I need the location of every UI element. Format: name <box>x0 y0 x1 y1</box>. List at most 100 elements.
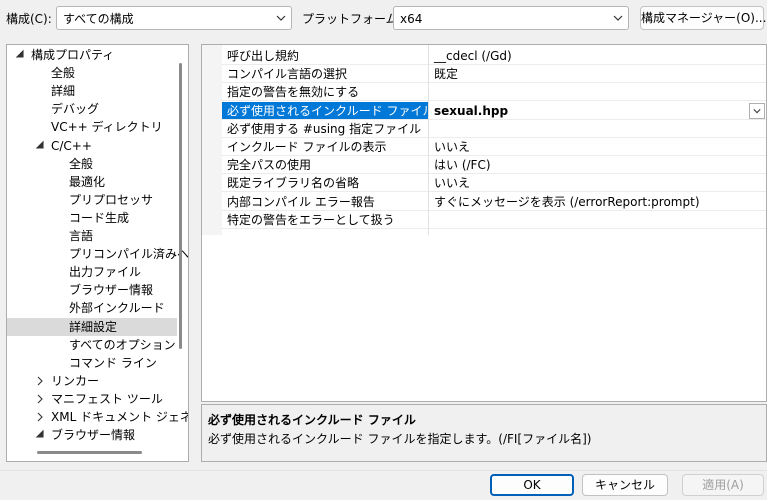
platform-select-value: x64 <box>400 12 423 26</box>
property-row[interactable]: 内部コンパイル エラー報告 すぐにメッセージを表示 (/errorReport:p… <box>222 193 766 211</box>
apply-button[interactable]: 適用(A) <box>682 474 764 496</box>
tree-item-label: 最適化 <box>69 174 106 189</box>
property-value[interactable]: いいえ <box>434 174 470 192</box>
property-row[interactable]: 必ず使用されるインクルード ファイル sexual.hpp <box>222 101 766 120</box>
property-row[interactable]: 呼び出し規約 __cdecl (/Gd) <box>222 47 766 65</box>
property-value[interactable]: __cdecl (/Gd) <box>434 47 512 65</box>
tree-item[interactable]: 最適化 <box>7 173 177 191</box>
tree-item-label: 詳細設定 <box>69 319 118 334</box>
property-name: 呼び出し規約 <box>227 49 300 63</box>
property-name: コンパイル言語の選択 <box>227 67 348 82</box>
description-panel: 必ず使用されるインクルード ファイル 必ず使用されるインクルード ファイルを指定… <box>201 404 767 462</box>
property-value[interactable]: いいえ <box>434 138 470 156</box>
tree-item-label: 言語 <box>69 229 94 243</box>
description-text: 必ず使用されるインクルード ファイルを指定します。(/FI[ファイル名]) <box>208 432 592 446</box>
tree-item[interactable]: 出力ファイル <box>7 263 177 281</box>
property-value[interactable]: 既定 <box>434 65 458 83</box>
tree-item-label: リンカー <box>51 373 100 388</box>
tree-item[interactable]: ブラウザー情報 <box>7 426 177 444</box>
property-row[interactable]: 指定の警告を無効にする <box>222 83 766 102</box>
tree-vertical-scrollbar[interactable] <box>179 63 182 349</box>
tree-item-label: マニフェスト ツール <box>51 391 163 406</box>
property-grid[interactable]: 呼び出し規約 __cdecl (/Gd) コンパイル言語の選択 既定指定の警告を無効に… <box>201 44 767 402</box>
tree-item[interactable]: 詳細設定 <box>7 317 177 336</box>
tree-item-label: 全般 <box>51 66 76 81</box>
platform-select[interactable]: x64 <box>393 6 629 30</box>
chevron-down-icon <box>753 108 761 113</box>
property-row[interactable]: インクルード ファイルの表示 いいえ <box>222 138 766 156</box>
tree-item[interactable]: デバッグ <box>7 100 177 118</box>
tree-item-label: ブラウザー情報 <box>69 283 154 298</box>
property-name: インクルード ファイルの表示 <box>227 140 387 154</box>
tree-item-label: デバッグ <box>51 102 100 117</box>
tree-item-label: XML ドキュメント ジェネレー <box>51 410 188 424</box>
tree-item[interactable]: コード生成 <box>7 209 177 227</box>
tree-item[interactable]: XML ドキュメント ジェネレー <box>7 408 188 426</box>
tree-item-label: 出力ファイル <box>69 265 142 280</box>
tree-horizontal-scrollbar[interactable] <box>37 451 142 454</box>
config-label: 構成(C): <box>6 12 52 26</box>
property-row[interactable]: 必ず使用する #using 指定ファイル <box>222 120 766 138</box>
property-tree[interactable]: 構成プロパティ 全般 詳細 デバッグ VC++ ディレクトリ C/C++ 全般 最適化 プリプロ… <box>6 44 189 462</box>
tree-item[interactable]: 全般 <box>7 64 177 82</box>
property-value[interactable]: sexual.hpp <box>434 102 508 120</box>
ok-button[interactable]: OK <box>490 474 574 496</box>
tree-item-label: コード生成 <box>69 210 130 225</box>
configuration-manager-button[interactable]: 構成マネージャー(O)... <box>640 6 766 30</box>
property-name: 必ず使用する #using 指定ファイル <box>227 121 422 136</box>
tree-item[interactable]: ブラウザー情報 <box>7 281 177 299</box>
description-title: 必ず使用されるインクルード ファイル <box>208 413 416 427</box>
chevron-down-icon <box>613 15 623 21</box>
chevron-down-icon <box>276 15 286 21</box>
property-name: 内部コンパイル エラー報告 <box>227 194 375 209</box>
tree-item-label: コマンド ライン <box>69 355 157 370</box>
tree-item[interactable]: 言語 <box>7 227 177 245</box>
property-row[interactable]: 完全パスの使用 はい (/FC) <box>222 156 766 175</box>
column-separator[interactable] <box>428 45 429 235</box>
tree-item[interactable]: 構成プロパティ <box>7 46 177 64</box>
tree-item[interactable]: コマンド ライン <box>7 354 177 372</box>
tree-item[interactable]: マニフェスト ツール <box>7 390 177 408</box>
property-row[interactable]: 既定ライブラリ名の省略 いいえ <box>222 174 766 193</box>
config-select-value: すべての構成 <box>63 12 134 26</box>
tree-item-label: プリコンパイル済みヘッ <box>69 247 189 262</box>
tree-item-label: 構成プロパティ <box>31 48 115 62</box>
grid-gutter <box>202 45 222 235</box>
value-dropdown-button[interactable] <box>749 102 765 119</box>
tree-item-label: 詳細 <box>51 84 76 99</box>
property-name: 必ず使用されるインクルード ファイル <box>227 103 435 118</box>
tree-item-label: プリプロセッサ <box>69 192 154 207</box>
tree-item[interactable]: 外部インクルード <box>7 299 177 317</box>
tree-item-label: C/C++ <box>51 138 92 153</box>
tree-item-label: 外部インクルード <box>69 301 165 316</box>
tree-item[interactable]: プリプロセッサ <box>7 191 177 209</box>
property-name: 既定ライブラリ名の省略 <box>227 176 360 191</box>
tree-item[interactable]: 詳細 <box>7 82 177 100</box>
cancel-button[interactable]: キャンセル <box>582 474 668 496</box>
tree-item-label: すべてのオプション <box>69 337 176 352</box>
property-value[interactable]: はい (/FC) <box>434 156 491 174</box>
caret-collapsed-icon[interactable] <box>35 372 45 390</box>
tree-item-label: 全般 <box>69 156 94 171</box>
property-value[interactable]: すぐにメッセージを表示 (/errorReport:prompt) <box>434 193 700 211</box>
tree-item[interactable]: プリコンパイル済みヘッ <box>7 245 188 263</box>
tree-item[interactable]: C/C++ <box>7 137 177 155</box>
property-row[interactable]: 特定の警告をエラーとして扱う <box>222 211 766 229</box>
caret-collapsed-icon[interactable] <box>35 408 45 426</box>
caret-expanded-icon[interactable] <box>15 46 25 64</box>
config-select[interactable]: すべての構成 <box>56 6 292 30</box>
tree-item-label: ブラウザー情報 <box>51 428 136 443</box>
caret-collapsed-icon[interactable] <box>35 390 45 408</box>
tree-item[interactable]: すべてのオプション <box>7 336 177 354</box>
property-name: 指定の警告を無効にする <box>227 85 360 100</box>
tree-item[interactable]: VC++ ディレクトリ <box>7 118 177 136</box>
property-name: 特定の警告をエラーとして扱う <box>227 212 395 227</box>
footer-divider <box>0 470 767 471</box>
tree-item-label: VC++ ディレクトリ <box>51 120 163 135</box>
caret-expanded-icon[interactable] <box>35 137 45 155</box>
caret-expanded-icon[interactable] <box>35 426 45 444</box>
property-row[interactable]: コンパイル言語の選択 既定 <box>222 65 766 84</box>
property-name: 完全パスの使用 <box>227 158 312 173</box>
tree-item[interactable]: リンカー <box>7 372 177 390</box>
tree-item[interactable]: 全般 <box>7 155 177 173</box>
